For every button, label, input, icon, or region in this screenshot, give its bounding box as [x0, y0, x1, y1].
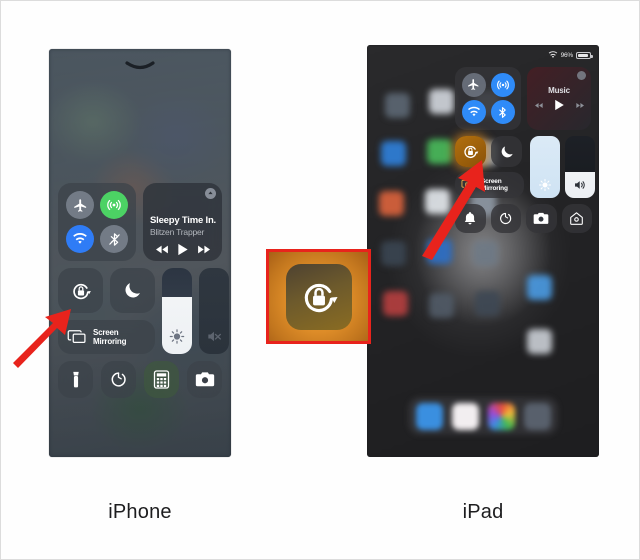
- ipad-status-bar: 96%: [548, 51, 593, 59]
- media-artist: Blitzen Trapper: [150, 227, 205, 237]
- media-track-title: Music: [548, 86, 570, 95]
- calculator-icon: [153, 370, 170, 389]
- media-controls: [534, 99, 584, 111]
- play-icon[interactable]: [177, 243, 189, 256]
- timer-icon: [109, 370, 128, 389]
- iphone-connectivity-module[interactable]: [58, 183, 136, 261]
- media-controls: [150, 243, 216, 256]
- volume-slider[interactable]: [199, 268, 229, 354]
- moon-icon: [499, 144, 515, 160]
- battery-icon: [576, 51, 593, 59]
- fast-forward-icon[interactable]: [196, 244, 211, 255]
- screen-mirroring-label: Screen Mirroring: [93, 327, 127, 347]
- iphone-sliders: [162, 268, 229, 354]
- wifi-icon[interactable]: [461, 100, 486, 125]
- airplay-icon[interactable]: [205, 188, 216, 199]
- ipad-caption: iPad: [462, 501, 504, 523]
- iphone-cc-row-mid: Screen Mirroring: [58, 268, 229, 354]
- dock-app-icon[interactable]: [451, 402, 479, 430]
- home-icon: [569, 211, 584, 226]
- iphone-caption: iPhone: [108, 501, 172, 523]
- ipad-cc-row-top: Music: [455, 67, 592, 130]
- dock-app-icon[interactable]: [487, 402, 515, 430]
- bluetooth-icon[interactable]: [100, 225, 128, 253]
- iphone-cc-row-shortcuts: [58, 361, 222, 398]
- iphone-calculator-button[interactable]: [144, 361, 179, 398]
- iphone-cc-row-top: Sleepy Time In... Blitzen Trapper: [58, 183, 222, 261]
- rotation-lock-icon: [69, 279, 93, 303]
- iphone-timer-button[interactable]: [101, 361, 136, 398]
- volume-mute-icon: [206, 328, 223, 345]
- camera-icon: [533, 212, 549, 225]
- rewind-icon[interactable]: [534, 102, 544, 109]
- iphone-device: Sleepy Time In... Blitzen Trapper Screen…: [49, 49, 231, 457]
- moon-icon: [122, 280, 143, 301]
- rotation-lock-callout: [266, 249, 371, 344]
- camera-icon: [195, 371, 215, 388]
- ipad-dock[interactable]: [408, 397, 558, 435]
- arrow-to-ipad-rotation-lock: [416, 156, 496, 261]
- iphone-do-not-disturb-button[interactable]: [110, 268, 155, 313]
- airplane-mode-icon[interactable]: [461, 72, 486, 97]
- arrow-to-iphone-rotation-lock: [9, 301, 79, 371]
- chevron-down-icon: [125, 61, 155, 72]
- airplane-mode-icon[interactable]: [66, 191, 94, 219]
- airdrop-icon[interactable]: [100, 191, 128, 219]
- fast-forward-icon[interactable]: [575, 102, 584, 109]
- dock-app-icon[interactable]: [415, 402, 443, 430]
- ipad-media-module[interactable]: Music: [527, 67, 591, 130]
- timer-icon: [498, 211, 513, 226]
- ipad-home-button[interactable]: [561, 204, 592, 233]
- flashlight-icon: [68, 371, 84, 389]
- iphone-media-module[interactable]: Sleepy Time In... Blitzen Trapper: [143, 183, 222, 261]
- brightness-slider[interactable]: [162, 268, 192, 354]
- callout-rotation-lock-tile: [285, 263, 352, 330]
- volume-slider[interactable]: [565, 136, 595, 198]
- brightness-icon: [169, 328, 186, 345]
- dock-app-icon[interactable]: [523, 402, 551, 430]
- wifi-icon: [548, 51, 558, 59]
- rotation-lock-icon: [297, 275, 341, 319]
- airdrop-icon[interactable]: [490, 72, 515, 97]
- bluetooth-icon[interactable]: [490, 100, 515, 125]
- screenshot-root: Sleepy Time In... Blitzen Trapper Screen…: [0, 0, 640, 560]
- ipad-connectivity-module[interactable]: [455, 67, 521, 130]
- ipad-camera-button[interactable]: [526, 204, 557, 233]
- play-icon[interactable]: [554, 99, 565, 111]
- media-track-title: Sleepy Time In...: [150, 215, 216, 226]
- ipad-sliders: [530, 136, 595, 198]
- airplay-icon[interactable]: [577, 71, 586, 80]
- brightness-icon: [538, 178, 552, 192]
- brightness-slider[interactable]: [530, 136, 560, 198]
- rewind-icon[interactable]: [155, 244, 170, 255]
- wifi-icon[interactable]: [66, 225, 94, 253]
- iphone-camera-button[interactable]: [187, 361, 222, 398]
- battery-percent-label: 96%: [560, 51, 574, 59]
- volume-icon: [573, 178, 588, 192]
- iphone-control-center: Sleepy Time In... Blitzen Trapper Screen…: [58, 183, 229, 405]
